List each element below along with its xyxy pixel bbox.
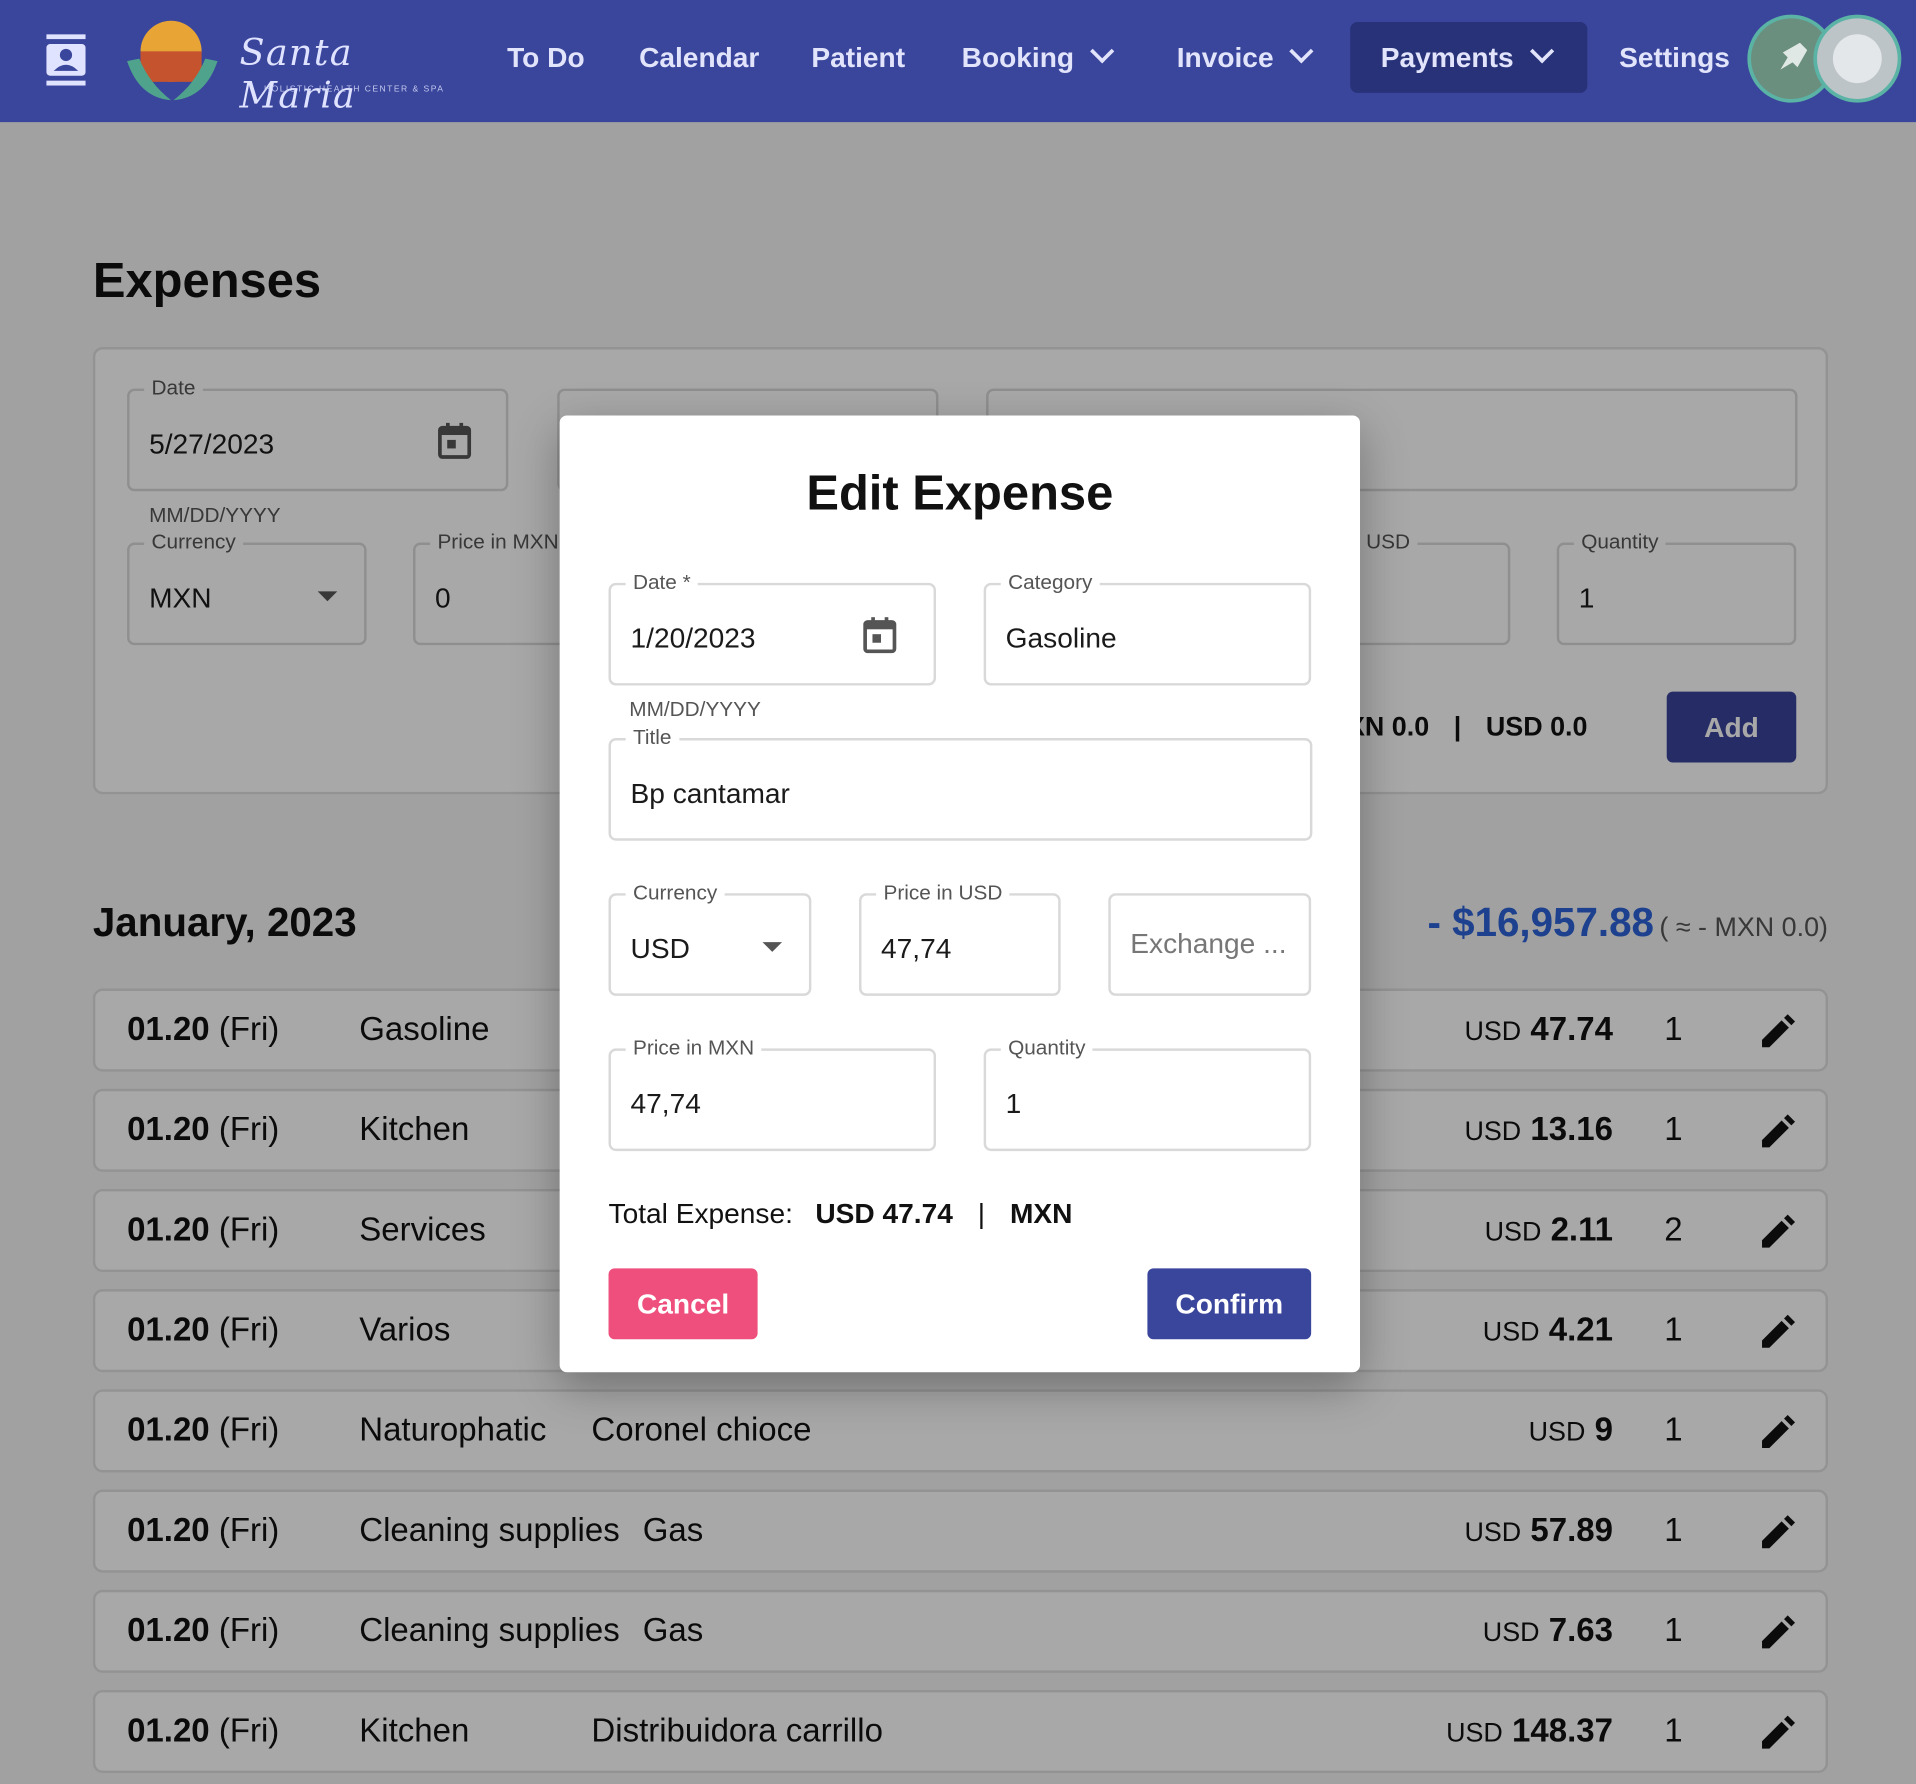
- modal-price-usd-value: 47,74: [881, 932, 952, 965]
- modal-date-label: Date *: [625, 570, 699, 596]
- modal-currency-value: USD: [630, 932, 690, 965]
- logo-tagline: HOLISTIC HEALTH CENTER & SPA: [263, 85, 445, 95]
- confirm-button[interactable]: Confirm: [1147, 1268, 1312, 1340]
- modal-date-helper: MM/DD/YYYY: [629, 697, 761, 721]
- edit-expense-dialog: Edit Expense Date * 1/20/2023 MM/DD/YYYY…: [559, 415, 1361, 1373]
- calendar-icon[interactable]: [863, 617, 897, 654]
- modal-date-value: 1/20/2023: [630, 621, 756, 654]
- nav-payments[interactable]: Payments: [1350, 21, 1588, 93]
- chevron-down-icon: [1289, 39, 1314, 64]
- nav-todo[interactable]: To Do: [477, 22, 616, 93]
- chevron-down-icon: [1529, 39, 1554, 64]
- modal-title-label: Title: [625, 725, 679, 751]
- user-avatar[interactable]: [1813, 14, 1902, 103]
- nav-todo-label: To Do: [507, 41, 585, 74]
- modal-date-field[interactable]: Date * 1/20/2023: [608, 570, 937, 686]
- modal-total-label: Total Expense:: [608, 1197, 793, 1230]
- nav-settings-label: Settings: [1619, 41, 1730, 74]
- modal-quantity-field[interactable]: Quantity 1: [983, 1036, 1312, 1152]
- santa-maria-logo[interactable]: Santa Maria HOLISTIC HEALTH CENTER & SPA: [122, 10, 452, 117]
- modal-total-expense: Total Expense: USD 47.74 | MXN: [609, 1198, 1073, 1231]
- dialog-title: Edit Expense: [806, 466, 1114, 521]
- modal-category-field[interactable]: Category Gasoline: [983, 570, 1312, 686]
- nav-settings[interactable]: Settings: [1589, 22, 1761, 93]
- modal-total-separator: |: [977, 1197, 986, 1230]
- modal-quantity-label: Quantity: [1000, 1036, 1093, 1061]
- nav-invoice-label: Invoice: [1176, 41, 1274, 74]
- nav-calendar[interactable]: Calendar: [609, 22, 790, 93]
- user-avatar-icon: [1832, 34, 1882, 84]
- nav-patient[interactable]: Patient: [781, 22, 936, 93]
- modal-title-value: Bp cantamar: [630, 777, 790, 809]
- modal-price-mxn-label: Price in MXN: [625, 1036, 762, 1061]
- modal-category-label: Category: [1000, 570, 1100, 596]
- nav-booking[interactable]: Booking: [931, 22, 1141, 93]
- modal-currency-label: Currency: [625, 881, 725, 906]
- modal-price-usd-label: Price in USD: [876, 881, 1010, 906]
- modal-total-usd: USD 47.74: [815, 1197, 953, 1230]
- top-navigation-bar: Santa Maria HOLISTIC HEALTH CENTER & SPA…: [0, 0, 1916, 123]
- modal-price-mxn-field[interactable]: Price in MXN 47,74: [608, 1036, 937, 1152]
- contacts-icon[interactable]: [44, 34, 88, 88]
- nav-payments-label: Payments: [1380, 41, 1514, 74]
- modal-currency-select[interactable]: Currency USD: [608, 881, 812, 996]
- nav-booking-label: Booking: [961, 41, 1075, 74]
- modal-exchange-placeholder: Exchange ...: [1130, 927, 1287, 960]
- logo-sun-hands-icon: [127, 20, 218, 101]
- chevron-down-icon: [1090, 39, 1115, 64]
- nav-patient-label: Patient: [811, 41, 906, 74]
- nav-calendar-label: Calendar: [639, 41, 760, 74]
- modal-quantity-value: 1: [1005, 1087, 1022, 1120]
- modal-exchange-field[interactable]: Exchange ...: [1108, 893, 1312, 996]
- modal-price-mxn-value: 47,74: [630, 1087, 701, 1120]
- modal-title-field[interactable]: Title Bp cantamar: [608, 725, 1313, 841]
- cancel-button[interactable]: Cancel: [608, 1268, 758, 1340]
- modal-price-usd-field[interactable]: Price in USD 47,74: [859, 881, 1061, 996]
- caret-down-icon: [762, 942, 783, 952]
- nav-invoice[interactable]: Invoice: [1146, 22, 1341, 93]
- modal-category-value: Gasoline: [1005, 621, 1117, 654]
- modal-total-mxn: MXN: [1009, 1197, 1073, 1230]
- logo-name: Santa Maria: [239, 31, 357, 118]
